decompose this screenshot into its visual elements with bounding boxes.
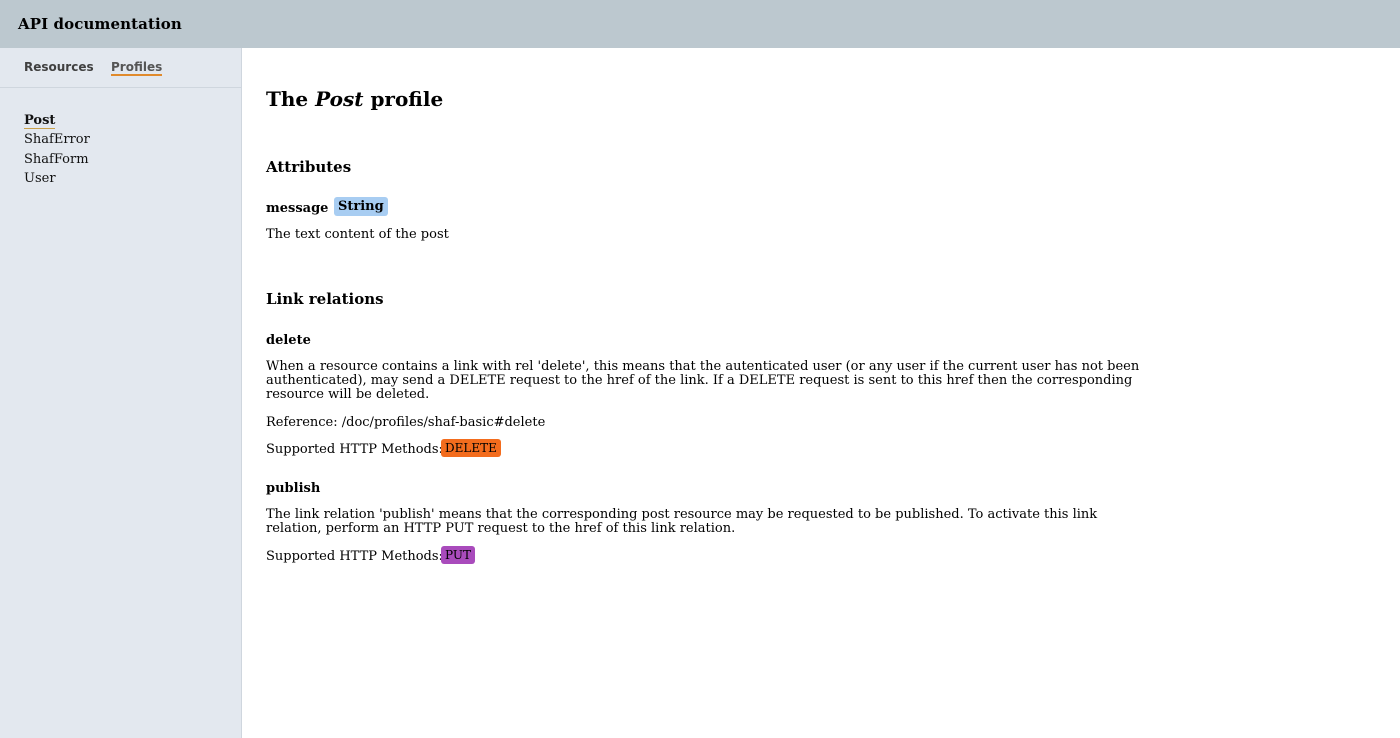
attribute-type-badge: String: [334, 197, 388, 216]
tab-resources[interactable]: Resources: [24, 60, 94, 74]
link-relation-name-delete: delete: [266, 333, 311, 348]
profile-item-shafform[interactable]: ShafForm: [24, 150, 90, 169]
sidebar-tabs: Resources Profiles: [0, 48, 241, 88]
profile-item-label: Post: [24, 113, 56, 129]
profile-item-post[interactable]: Post: [24, 111, 90, 130]
link-relation-name-publish: publish: [266, 481, 321, 496]
attribute-description: The text content of the post: [266, 227, 449, 242]
link-relation-reference-delete: Reference: /doc/profiles/shaf-basic#dele…: [266, 415, 546, 430]
page-title: The Post profile: [266, 87, 443, 111]
link-relation-description-publish: The link relation 'publish' means that t…: [266, 507, 1098, 536]
link-relations-heading: Link relations: [266, 290, 384, 308]
attribute-name: message: [266, 201, 329, 216]
link-relation-description-delete: When a resource contains a link with rel…: [266, 359, 1140, 402]
method-badge-delete[interactable]: DELETE: [441, 439, 501, 457]
app-title: API documentation: [18, 15, 182, 33]
attributes-heading: Attributes: [266, 158, 352, 176]
tab-profiles[interactable]: Profiles: [111, 60, 163, 76]
supported-methods-label-publish: Supported HTTP Methods:: [266, 549, 443, 564]
profile-list: Post ShafError ShafForm User: [24, 111, 90, 188]
page-title-suffix: profile: [370, 87, 444, 111]
supported-methods-label-delete: Supported HTTP Methods:: [266, 442, 443, 457]
sidebar: Resources Profiles Post ShafError ShafFo…: [0, 48, 242, 738]
page-title-profile-name: Post: [315, 87, 364, 111]
profile-item-user[interactable]: User: [24, 169, 90, 188]
method-badge-put[interactable]: PUT: [441, 546, 475, 564]
top-bar: API documentation: [0, 0, 1400, 48]
page-title-prefix: The: [266, 87, 309, 111]
profile-item-shaferror[interactable]: ShafError: [24, 130, 90, 149]
